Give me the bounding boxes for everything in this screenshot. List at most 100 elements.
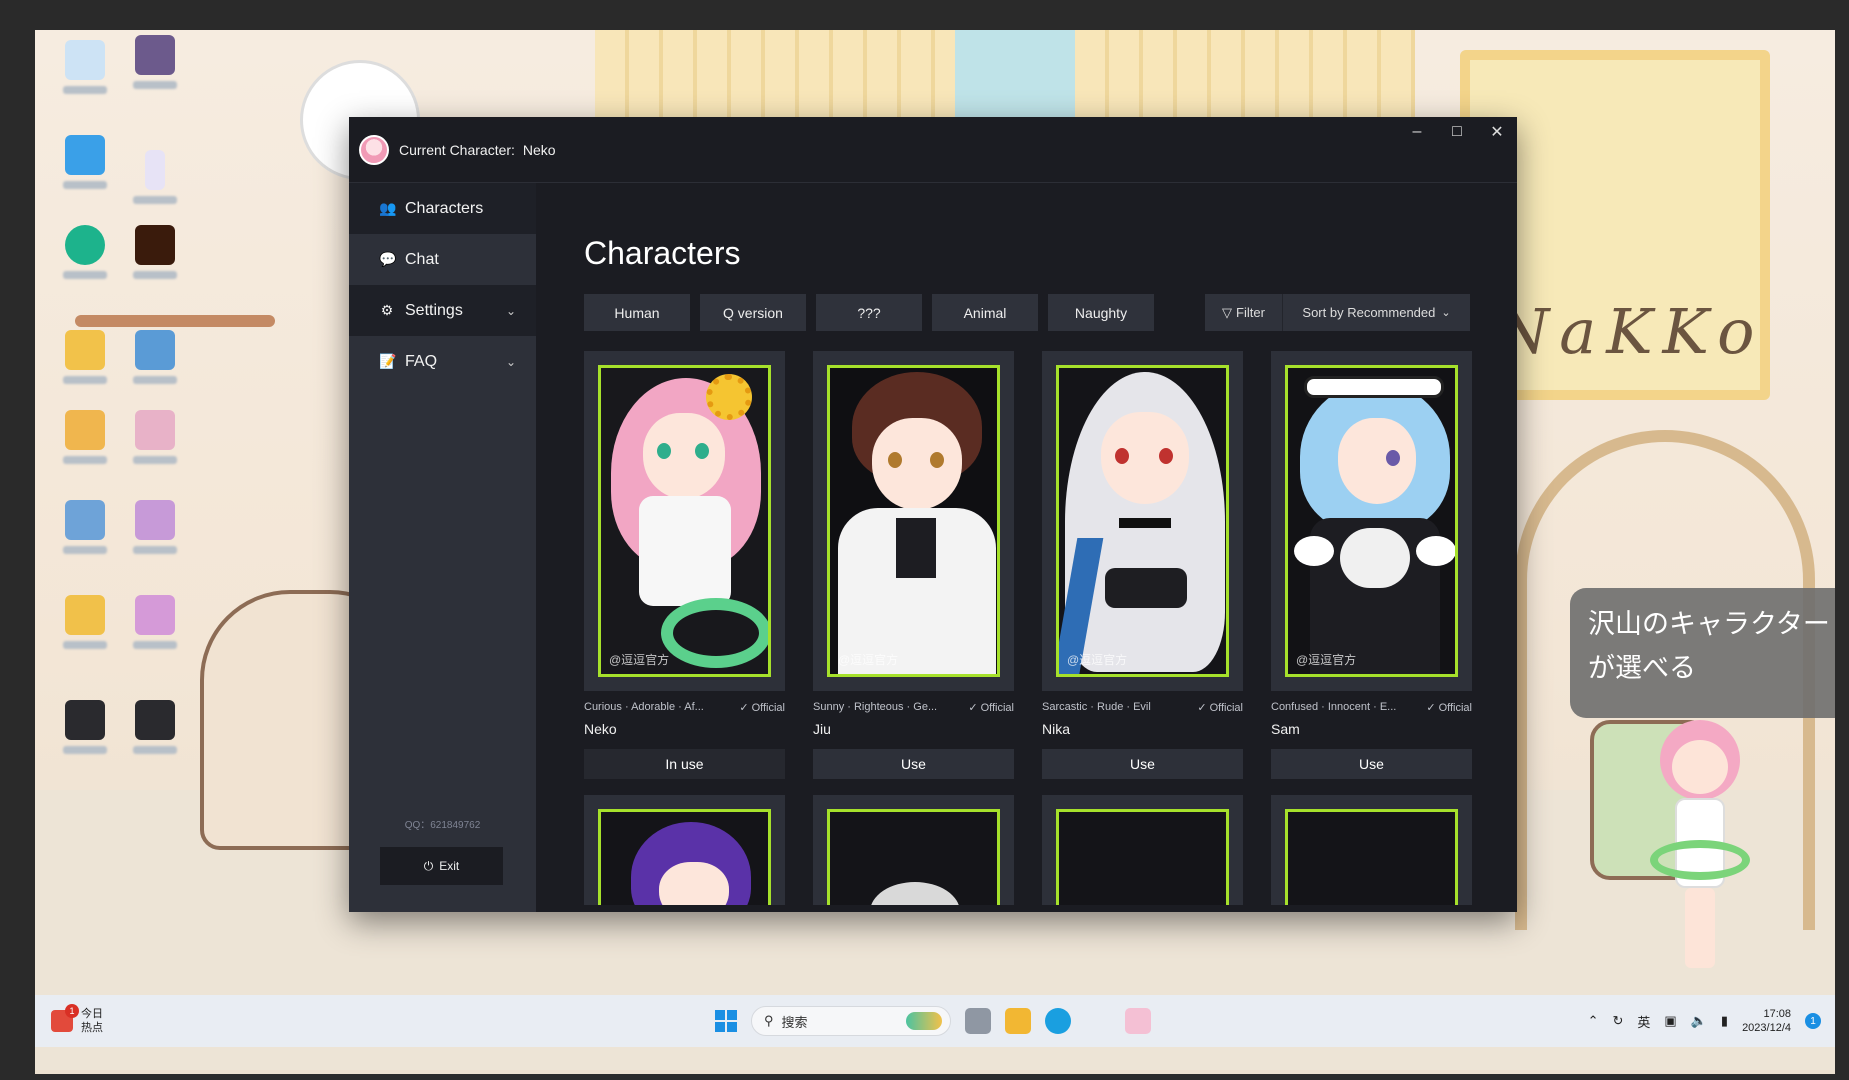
- volume-icon[interactable]: 🔈: [1691, 1013, 1707, 1029]
- ime-indicator[interactable]: 英: [1637, 1012, 1650, 1031]
- neko-app-icon[interactable]: [1125, 1008, 1151, 1034]
- character-portrait[interactable]: @逗逗官方: [1285, 365, 1458, 677]
- watermark: @逗逗官方: [609, 653, 670, 667]
- sidebar-item-chat[interactable]: 💬 Chat: [349, 234, 536, 285]
- check-circle-icon: ✓: [1197, 702, 1207, 714]
- notification-badge[interactable]: 1: [1805, 1013, 1821, 1029]
- desktop-icon-folder-2[interactable]: [55, 330, 115, 400]
- taskbar-apps: ⚲ 搜索: [715, 1006, 1151, 1036]
- sidebar-item-characters[interactable]: 👥 Characters: [349, 183, 536, 234]
- tab-unknown[interactable]: ???: [816, 294, 922, 331]
- character-tags: Curious · Adorable · Af...: [584, 701, 704, 713]
- use-character-button[interactable]: Use: [1042, 749, 1243, 779]
- clock-date: 2023/12/4: [1742, 1022, 1791, 1034]
- use-character-button[interactable]: Use: [813, 749, 1014, 779]
- sync-icon[interactable]: ↻: [1613, 1013, 1624, 1029]
- check-circle-icon: ✓: [1426, 702, 1436, 714]
- character-card-sam[interactable]: @逗逗官方 Confused · Innocent · E... ✓ Offici…: [1271, 351, 1472, 779]
- character-card[interactable]: [1042, 795, 1243, 905]
- sidebar-item-faq[interactable]: 📝 FAQ ⌄: [349, 336, 536, 387]
- close-button[interactable]: ✕: [1477, 117, 1517, 147]
- sidebar-item-label: FAQ: [405, 352, 438, 370]
- character-tags: Sarcastic · Rude · Evil: [1042, 701, 1151, 713]
- character-tags: Confused · Innocent · E...: [1271, 701, 1397, 713]
- official-badge: ✓ Official: [739, 701, 785, 715]
- desktop-icon-image-7[interactable]: [55, 595, 115, 665]
- desktop-icon-file[interactable]: [125, 150, 185, 220]
- character-portrait[interactable]: @逗逗官方: [598, 365, 771, 677]
- character-name: Sam: [1271, 721, 1300, 737]
- maximize-button[interactable]: □: [1437, 117, 1477, 147]
- desktop-icon-folder[interactable]: [55, 135, 115, 205]
- character-card[interactable]: [1271, 795, 1472, 905]
- sidebar-item-settings[interactable]: ⚙ Settings ⌄: [349, 285, 536, 336]
- use-character-button[interactable]: In use: [584, 749, 785, 779]
- sort-dropdown[interactable]: Sort by Recommended ⌄: [1283, 305, 1470, 320]
- tab-q-version[interactable]: Q version: [700, 294, 806, 331]
- funnel-icon: ▽: [1222, 304, 1233, 320]
- edge-icon[interactable]: [1045, 1008, 1071, 1034]
- character-card[interactable]: [813, 795, 1014, 905]
- desktop-icon-image-3[interactable]: [55, 410, 115, 480]
- tab-naughty[interactable]: Naughty: [1048, 294, 1154, 331]
- title-bar[interactable]: Current Character: Neko – □ ✕: [349, 117, 1517, 183]
- desktop-icon-image-6[interactable]: [125, 500, 185, 570]
- app-window: Current Character: Neko – □ ✕ 👥 Characte…: [349, 117, 1517, 912]
- desktop-icon-app[interactable]: [55, 700, 115, 770]
- watermark: @逗逗官方: [838, 653, 899, 667]
- minimize-button[interactable]: –: [1397, 117, 1437, 147]
- character-card-nika[interactable]: @逗逗官方 Sarcastic · Rude · Evil ✓ Official …: [1042, 351, 1243, 779]
- sidebar-item-label: Settings: [405, 301, 463, 319]
- shelf: [75, 315, 275, 327]
- desktop-icon-image-4[interactable]: [125, 410, 185, 480]
- desktop-icon-image[interactable]: [125, 35, 185, 105]
- gear-icon: ⚙: [380, 302, 394, 318]
- chevron-down-icon: ⌄: [505, 354, 516, 369]
- battery-icon[interactable]: ▮: [1721, 1013, 1728, 1029]
- desktop-icon-image-5[interactable]: [55, 500, 115, 570]
- tab-animal[interactable]: Animal: [932, 294, 1038, 331]
- character-card-jiu[interactable]: @逗逗官方 Sunny · Righteous · Ge... ✓ Officia…: [813, 351, 1014, 779]
- news-label: 今日: [81, 1008, 103, 1020]
- current-character-name: Neko: [522, 141, 556, 158]
- chat-icon: 💬: [379, 251, 397, 267]
- character-grid: @逗逗官方 Curious · Adorable · Af... ✓ Offici…: [584, 351, 1472, 905]
- desktop-icon-recycle[interactable]: [55, 40, 115, 110]
- page-title: Characters: [584, 235, 741, 271]
- character-portrait[interactable]: @逗逗官方: [827, 365, 1000, 677]
- official-badge: ✓ Official: [968, 701, 1014, 715]
- main-content: Characters Human Q version ??? Animal Na…: [536, 183, 1517, 912]
- use-character-button[interactable]: Use: [1271, 749, 1472, 779]
- news-badge: 1: [65, 1004, 79, 1018]
- character-card-neko[interactable]: @逗逗官方 Curious · Adorable · Af... ✓ Offici…: [584, 351, 785, 779]
- task-view-icon[interactable]: [965, 1008, 991, 1034]
- exit-button[interactable]: ⏻ Exit: [380, 847, 503, 885]
- filter-sort-bar: ▽ Filter Sort by Recommended ⌄: [1205, 294, 1470, 331]
- desktop-mascot[interactable]: [1650, 720, 1750, 970]
- character-portrait[interactable]: [1056, 809, 1229, 905]
- sidebar: 👥 Characters 💬 Chat ⚙ Settings ⌄ 📝 FAQ ⌄…: [349, 183, 536, 912]
- chevron-up-icon[interactable]: ⌃: [1588, 1013, 1599, 1029]
- character-portrait[interactable]: [1285, 809, 1458, 905]
- character-portrait[interactable]: @逗逗官方: [1056, 365, 1229, 677]
- window-controls: – □ ✕: [1397, 117, 1517, 147]
- filter-button[interactable]: ▽ Filter: [1205, 294, 1283, 331]
- clock[interactable]: 17:08 2023/12/4: [1742, 1007, 1791, 1035]
- character-portrait[interactable]: [827, 809, 1000, 905]
- desktop-icon-app-2[interactable]: [125, 700, 185, 770]
- title-label: Current Character:: [399, 141, 515, 158]
- tab-human[interactable]: Human: [584, 294, 690, 331]
- file-explorer-icon[interactable]: [1005, 1008, 1031, 1034]
- news-sublabel: 热点: [81, 1022, 103, 1034]
- desktop-icon-image-8[interactable]: [125, 595, 185, 665]
- character-portrait[interactable]: [598, 809, 771, 905]
- taskbar-search[interactable]: ⚲ 搜索: [751, 1006, 951, 1036]
- character-card[interactable]: [584, 795, 785, 905]
- windows-start-icon[interactable]: [715, 1010, 737, 1032]
- desktop-icon-edge[interactable]: [55, 225, 115, 295]
- news-widget[interactable]: 1 今日 热点: [51, 1004, 103, 1035]
- network-icon[interactable]: ▣: [1664, 1013, 1676, 1029]
- desktop-icon-image-2[interactable]: [125, 330, 185, 400]
- desktop-icon-illustrator[interactable]: [125, 225, 185, 295]
- check-circle-icon: ✓: [739, 702, 749, 714]
